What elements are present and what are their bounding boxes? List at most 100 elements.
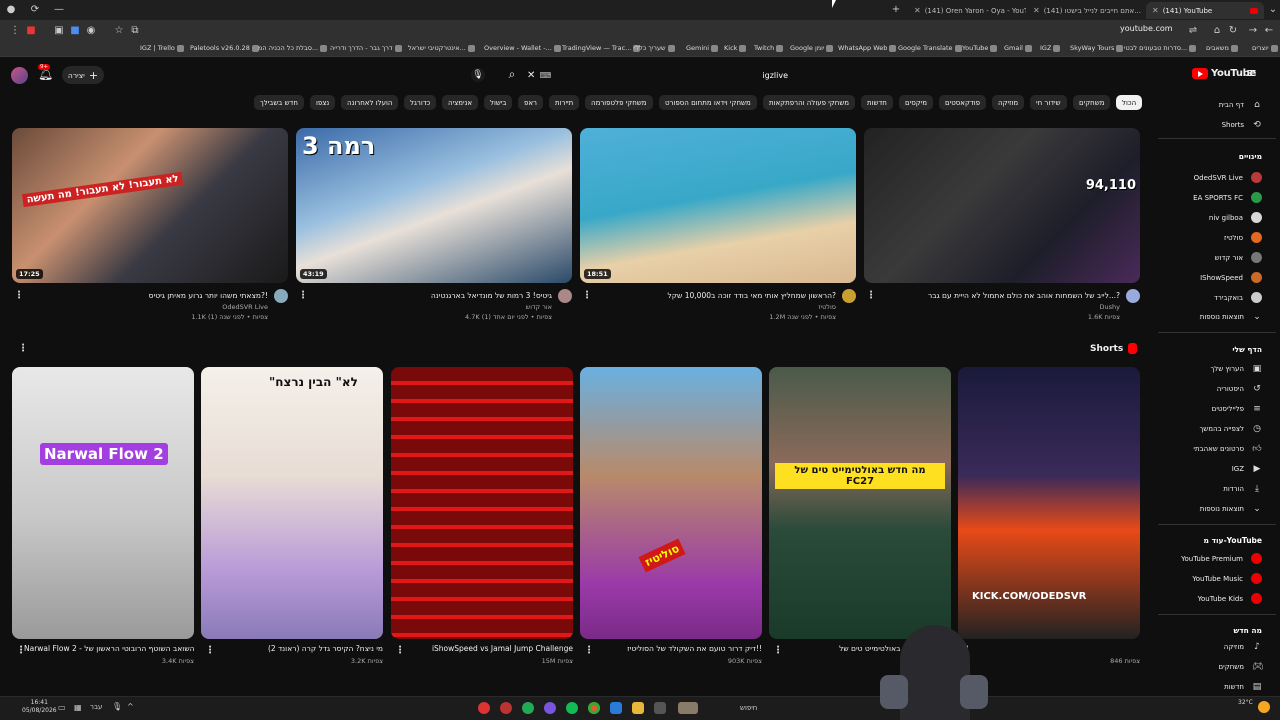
video-card[interactable]: 18:51 הראשון שמחליץ אותי מאי בודד זוכה ב1… [580, 128, 856, 328]
minimize-icon[interactable]: — [52, 3, 66, 17]
short-thumbnail[interactable]: KICK.COM/ODEDSVR [958, 367, 1140, 639]
bookmark-item[interactable]: Kick [724, 44, 747, 52]
tab-1[interactable]: ✕ (141) אתם חייבים לנייל בישטו... [1027, 2, 1145, 19]
filter-chip[interactable]: מוזיקה [992, 95, 1025, 110]
sidebar-item[interactable]: תוצאות נוספות ⌄ [1200, 312, 1262, 322]
filter-chip[interactable]: אנימציה [442, 95, 479, 110]
channel-avatar[interactable] [1126, 289, 1140, 303]
channel-avatar[interactable] [558, 289, 572, 303]
menu-icon[interactable]: ⋮ [8, 24, 22, 38]
video-title[interactable]: מצאתי משהו יותר גרוע מאיתן גיטיס?! [149, 291, 268, 300]
filter-chip[interactable]: הכול [1116, 95, 1143, 110]
short-more-options-icon[interactable]: ⋮ [584, 646, 594, 656]
new-tab-icon[interactable]: + [889, 3, 903, 17]
video-card[interactable]: רמה 3 43:19 גיטיס! 3 רמות של מונדיאל בארגנ… [296, 128, 572, 328]
extension-icon[interactable]: ■ [68, 24, 82, 38]
keyboard-icon[interactable]: ⌨ [540, 71, 553, 80]
bookmark-item[interactable]: YouTube [962, 44, 998, 52]
short-thumbnail[interactable]: מה חדש באולטימייט טים של FC27 [769, 367, 951, 639]
whatsapp-icon[interactable] [522, 702, 534, 714]
filter-chip[interactable]: חדש בשבילך [254, 95, 304, 110]
sidebar-item[interactable]: IGZ ▶ [1232, 464, 1262, 474]
channel-name[interactable]: OdedSVR Live [222, 303, 268, 311]
sidebar-item[interactable]: סולטיז [1224, 232, 1262, 243]
short-thumbnail[interactable]: "לא" הבין נרצח [201, 367, 383, 639]
sidebar-item[interactable]: מוזיקה ♪ [1224, 642, 1262, 652]
filter-chip[interactable]: בישול [484, 95, 513, 110]
short-more-options-icon[interactable]: ⋮ [16, 646, 26, 656]
site-settings-icon[interactable]: ⇌ [1186, 24, 1200, 38]
video-title[interactable]: הראשון שמחליץ אותי מאי בודד זוכה ב10,000… [667, 291, 836, 300]
close-tab-icon[interactable]: ✕ [1033, 6, 1040, 15]
task-view-icon[interactable] [654, 702, 666, 714]
video-card[interactable]: 94,110 לייב של השמחות אוהב את כולם אתמול … [864, 128, 1140, 328]
filter-chip[interactable]: נצפו [310, 95, 336, 110]
shorts-more-icon[interactable]: ⋮ [18, 344, 28, 354]
bookmark-item[interactable]: Gmail [1004, 44, 1032, 52]
discord-icon[interactable] [544, 702, 556, 714]
sidebar-item[interactable]: YouTube Music [1192, 573, 1262, 584]
filter-chip[interactable]: מיקסים [899, 95, 934, 110]
app-icon-image[interactable] [678, 702, 698, 714]
sidebar-item[interactable]: Shorts ⟲ [1222, 120, 1262, 130]
bookmark-item[interactable]: יוצרים [1252, 44, 1278, 52]
forward-icon[interactable]: → [1246, 24, 1260, 38]
bookmark-item[interactable]: Overview - Wallet -... [484, 44, 561, 52]
short-title[interactable]: מי ניצח? הקיסר גדל קרה (ראונד 2) [268, 644, 383, 653]
taskbar-search[interactable]: חיפוש [740, 704, 757, 712]
bookmark-star-icon[interactable]: ☆ [112, 24, 126, 38]
bookmark-item[interactable]: Twitch [754, 44, 784, 52]
sidebar-item[interactable]: הערוץ שלך ▣ [1210, 364, 1262, 374]
bookmark-item[interactable]: שעריך כללי [634, 44, 675, 52]
sidebar-item[interactable]: YouTube Premium [1181, 553, 1262, 564]
short-thumbnail[interactable]: Narwal Flow 2 [12, 367, 194, 639]
sidebar-item[interactable]: בואקבירד [1214, 292, 1262, 303]
chrome-icon[interactable] [588, 702, 600, 714]
search-icon[interactable]: ⌕ [504, 67, 520, 82]
video-thumbnail[interactable]: רמה 3 43:19 [296, 128, 572, 283]
language-indicator[interactable]: עבר [90, 703, 102, 711]
channel-name[interactable]: סולטיז [818, 303, 836, 311]
filter-chip[interactable]: חדשות [861, 95, 893, 110]
sidebar-item[interactable]: לצפייה בהמשך ◷ [1199, 424, 1262, 434]
bookmark-item[interactable]: IGZ [1040, 44, 1061, 52]
short-title[interactable]: iShowSpeed vs Jamal Jump Challenge [432, 644, 573, 653]
sidebar-item[interactable]: חדשות ▤ [1224, 682, 1262, 692]
filter-chip[interactable]: פודקאסטים [939, 95, 987, 110]
sidebar-item[interactable]: סרטונים שאהבתי 👍︎ [1193, 444, 1262, 454]
bookmark-item[interactable]: משאבים [1206, 44, 1238, 52]
sidebar-item[interactable]: אור קדוש [1215, 252, 1262, 263]
you-header[interactable]: הדף שלי [1232, 345, 1262, 354]
network-icon[interactable]: ▦ [74, 703, 82, 712]
back-icon[interactable]: ← [1262, 24, 1276, 38]
reload-icon[interactable]: ↻ [1226, 24, 1240, 38]
spotify-icon[interactable] [566, 702, 578, 714]
voice-search-icon[interactable]: 🎙︎ [471, 68, 485, 82]
filter-chip[interactable]: משחקי וידאו מתחום הספורט [659, 95, 757, 110]
video-thumbnail[interactable]: לא תעבור! לא תעבור! מה תעשה 17:25 [12, 128, 288, 283]
bookmark-item[interactable]: WhatsApp Web [838, 44, 897, 52]
home-icon[interactable]: ⌂ [1210, 24, 1224, 38]
more-options-icon[interactable]: ⋮ [866, 291, 876, 301]
channel-avatar[interactable] [842, 289, 856, 303]
store-icon[interactable] [610, 702, 622, 714]
bookmark-item[interactable]: דרך גבר - הדרך ודרייה [330, 44, 402, 52]
video-thumbnail[interactable]: 94,110 [864, 128, 1140, 283]
sidebar-item[interactable]: פלייליסטים ≡ [1212, 404, 1262, 414]
filter-chip[interactable]: משחקי פלטפורמה [585, 95, 653, 110]
avatar[interactable] [11, 67, 28, 84]
more-options-icon[interactable]: ⋮ [14, 291, 24, 301]
channel-name[interactable]: Dushy [1100, 303, 1120, 311]
short-title[interactable]: Narwal Flow 2 - השואב השוטף הרובוטי הראש… [24, 644, 194, 653]
filter-chip[interactable]: תיירות [549, 95, 580, 110]
short-title[interactable]: דיק דרור טועם את השקולד של הסוליטיז!! [627, 644, 762, 653]
sidebar-item[interactable]: תוצאות נוספות ⌄ [1200, 504, 1262, 514]
sidebar-item[interactable]: YouTube Kids [1198, 593, 1262, 604]
more-options-icon[interactable]: ⋮ [582, 291, 592, 301]
short-thumbnail[interactable]: סוליטיז [580, 367, 762, 639]
refresh-icon[interactable]: ⟳ [28, 3, 42, 17]
sidebar-item[interactable]: OdedSVR Live [1194, 172, 1262, 183]
sidebar-item[interactable]: דף הבית ⌂ [1219, 100, 1262, 110]
bookmark-item[interactable]: Paletools v26.0.28 [190, 44, 259, 52]
sidebar-item[interactable]: משחקים 🎮︎ [1219, 662, 1264, 672]
